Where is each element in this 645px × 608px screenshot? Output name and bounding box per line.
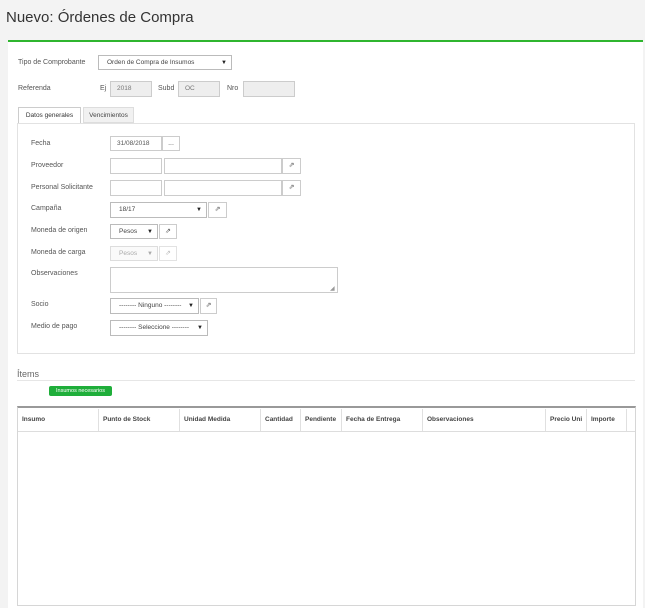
external-link-icon: ⇗ xyxy=(165,250,171,257)
subd-field: OC xyxy=(178,81,220,97)
referencia-label: Referenda xyxy=(18,85,51,92)
proveedor-label: Proveedor xyxy=(31,162,64,169)
tab-vencimientos[interactable]: Vencimientos xyxy=(83,107,134,123)
personal-solicitante-label: Personal Solicitante xyxy=(31,184,93,191)
fecha-label: Fecha xyxy=(31,140,51,147)
moneda-origen-open-button[interactable]: ⇗ xyxy=(159,224,177,239)
tipo-comprobante-select[interactable]: Orden de Compra de Insumos ▼ xyxy=(98,55,232,70)
col-importe[interactable]: Importe xyxy=(587,409,627,431)
col-observaciones[interactable]: Observaciones xyxy=(423,409,546,431)
ej-label: Ej xyxy=(100,85,107,92)
medio-pago-value: -------- Seleccione -------- xyxy=(119,324,190,331)
resize-handle-icon[interactable]: ◢ xyxy=(330,285,335,292)
insumos-necesarios-button[interactable]: Insumos necesarios xyxy=(49,386,112,396)
moneda-carga-value: Pesos xyxy=(119,250,138,257)
medio-pago-select[interactable]: -------- Seleccione -------- ▼ xyxy=(110,320,208,336)
tipo-comprobante-label: Tipo de Comprobante xyxy=(18,59,86,66)
moneda-origen-label: Moneda de origen xyxy=(31,227,88,234)
col-pendiente[interactable]: Pendiente xyxy=(301,409,342,431)
col-unidad-medida[interactable]: Unidad Medida xyxy=(180,409,261,431)
col-cantidad[interactable]: Cantidad xyxy=(261,409,301,431)
medio-pago-label: Medio de pago xyxy=(31,323,78,330)
nro-label: Nro xyxy=(227,85,239,92)
fecha-picker-button[interactable]: ... xyxy=(162,136,180,151)
tab-datos-generales[interactable]: Datos generales xyxy=(18,107,81,124)
external-link-icon: ⇗ xyxy=(165,228,171,235)
campana-value: 18/17 xyxy=(119,206,136,213)
subd-label: Subd xyxy=(158,85,175,92)
ej-field: 2018 xyxy=(110,81,152,97)
caret-down-icon: ▼ xyxy=(221,60,227,66)
tipo-comprobante-value: Orden de Compra de Insumos xyxy=(107,59,195,66)
col-insumo[interactable]: Insumo xyxy=(18,409,99,431)
observaciones-textarea[interactable] xyxy=(110,267,338,293)
col-precio-unitario[interactable]: Precio Uni xyxy=(546,409,587,431)
items-divider xyxy=(17,380,635,381)
socio-label: Socio xyxy=(31,301,49,308)
external-link-icon: ⇗ xyxy=(205,302,212,309)
caret-down-icon: ▼ xyxy=(147,229,153,235)
caret-down-icon: ▼ xyxy=(188,303,194,309)
external-link-icon: ⇗ xyxy=(214,206,221,213)
col-fecha-entrega[interactable]: Fecha de Entrega xyxy=(342,409,423,431)
nro-field xyxy=(243,81,295,97)
caret-down-icon: ▼ xyxy=(147,251,153,257)
items-table xyxy=(17,406,636,606)
personal-open-button[interactable]: ⇗ xyxy=(282,180,301,196)
moneda-carga-select[interactable]: Pesos ▼ xyxy=(110,246,158,261)
moneda-carga-label: Moneda de carga xyxy=(31,249,86,256)
socio-value: -------- Ninguno -------- xyxy=(119,302,182,309)
personal-name-input[interactable] xyxy=(164,180,282,196)
fecha-input[interactable]: 31/08/2018 xyxy=(110,136,162,151)
socio-select[interactable]: -------- Ninguno -------- ▼ xyxy=(110,298,199,314)
items-table-header: Insumo Punto de Stock Unidad Medida Cant… xyxy=(18,409,635,432)
observaciones-label: Observaciones xyxy=(31,270,78,277)
caret-down-icon: ▼ xyxy=(196,207,202,213)
moneda-carga-open-button[interactable]: ⇗ xyxy=(159,246,177,261)
socio-open-button[interactable]: ⇗ xyxy=(200,298,217,314)
personal-code-input[interactable] xyxy=(110,180,162,196)
moneda-origen-value: Pesos xyxy=(119,228,138,235)
col-punto-stock[interactable]: Punto de Stock xyxy=(99,409,180,431)
campana-label: Campaña xyxy=(31,205,62,212)
items-section-title: Ítems xyxy=(17,369,40,379)
proveedor-open-button[interactable]: ⇗ xyxy=(282,158,301,174)
caret-down-icon: ▼ xyxy=(197,325,203,331)
external-link-icon: ⇗ xyxy=(288,184,295,191)
campana-open-button[interactable]: ⇗ xyxy=(208,202,227,218)
external-link-icon: ⇗ xyxy=(288,162,295,169)
page-title: Nuevo: Órdenes de Compra xyxy=(6,9,194,26)
proveedor-code-input[interactable] xyxy=(110,158,162,174)
moneda-origen-select[interactable]: Pesos ▼ xyxy=(110,224,158,239)
campana-select[interactable]: 18/17 ▼ xyxy=(110,202,207,218)
proveedor-name-input[interactable] xyxy=(164,158,282,174)
